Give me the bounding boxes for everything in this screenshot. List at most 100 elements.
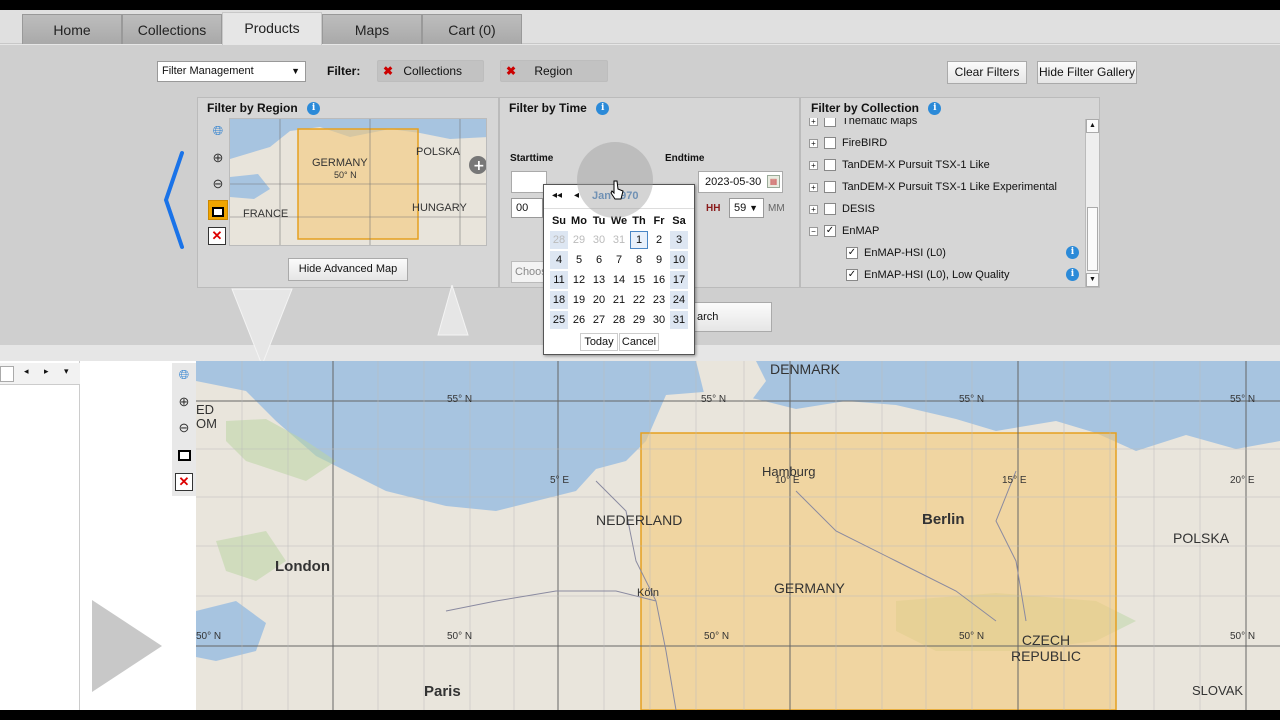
info-icon[interactable]: i	[307, 102, 321, 116]
checkbox[interactable]	[824, 137, 836, 150]
calendar-day[interactable]: 29	[570, 231, 588, 249]
info-icon[interactable]: i	[928, 102, 942, 116]
calendar-day[interactable]: 20	[590, 291, 608, 309]
collection-item[interactable]: + FireBIRD	[809, 134, 887, 152]
calendar-day[interactable]: 2	[650, 231, 668, 249]
calendar-day[interactable]: 9	[650, 251, 668, 269]
checkbox[interactable]	[824, 181, 836, 194]
calendar-day[interactable]: 23	[650, 291, 668, 309]
pager-field[interactable]	[0, 366, 14, 382]
draw-box-icon[interactable]	[208, 200, 228, 220]
hide-filter-gallery-button[interactable]: Hide Filter Gallery	[1037, 61, 1137, 84]
hide-advanced-map-button[interactable]: Hide Advanced Map	[288, 258, 408, 281]
calendar-day[interactable]: 22	[630, 291, 648, 309]
scrollbar-thumb[interactable]	[1087, 207, 1098, 271]
globe-icon[interactable]: 🌐︎	[208, 121, 228, 141]
collection-item[interactable]: + TanDEM-X Pursuit TSX-1 Like	[809, 156, 990, 174]
calendar-day[interactable]: 30	[650, 311, 668, 329]
play-icon[interactable]	[88, 596, 168, 696]
calendar-day[interactable]: 15	[630, 271, 648, 289]
clear-filters-button[interactable]: Clear Filters	[947, 61, 1027, 84]
remove-filter-icon[interactable]: ✖	[501, 61, 521, 81]
clear-box-icon[interactable]: ✕	[208, 227, 226, 245]
calendar-day[interactable]: 13	[590, 271, 608, 289]
draw-box-icon[interactable]	[174, 445, 194, 465]
calendar-day[interactable]: 25	[550, 311, 568, 329]
checkbox[interactable]: ✓	[824, 225, 836, 238]
zoom-out-icon[interactable]: ⊖	[208, 174, 228, 194]
calendar-day-selected[interactable]: 1	[630, 231, 648, 249]
scroll-down-icon[interactable]: ▼	[1086, 273, 1099, 287]
tab-collections[interactable]: Collections	[122, 14, 222, 44]
calendar-day[interactable]: 19	[570, 291, 588, 309]
calendar-day[interactable]: 7	[610, 251, 628, 269]
cancel-button[interactable]: Cancel	[619, 333, 659, 351]
collection-item[interactable]: + TanDEM-X Pursuit TSX-1 Like Experimenta…	[809, 178, 1057, 196]
calendar-icon[interactable]: ▦	[767, 175, 780, 188]
calendar-day[interactable]: 29	[630, 311, 648, 329]
collection-item[interactable]: ✓ EnMAP-HSI (L0) i	[846, 244, 1081, 262]
end-minute-select[interactable]: 59 ▼	[729, 198, 764, 218]
zoom-in-icon[interactable]: ⊕	[208, 148, 228, 168]
calendar-day[interactable]: 8	[630, 251, 648, 269]
calendar-day[interactable]: 31	[670, 311, 688, 329]
checkbox[interactable]: ✓	[846, 247, 858, 260]
choose-input[interactable]: Choos	[511, 261, 547, 283]
region-minimap[interactable]: + GERMANY 50° N POLSKA FRANCE HUNGARY	[229, 118, 487, 246]
tab-home[interactable]: Home	[22, 14, 122, 44]
calendar-day[interactable]: 28	[550, 231, 568, 249]
prev-page-icon[interactable]: ◂	[24, 366, 29, 377]
prev-year-icon[interactable]: ◂◂	[552, 190, 562, 201]
calendar-day[interactable]: 26	[570, 311, 588, 329]
endtime-input[interactable]: 2023-05-30 ▦	[698, 171, 783, 193]
clear-box-icon[interactable]: ✕	[175, 473, 193, 491]
calendar-day[interactable]: 31	[610, 231, 628, 249]
zoom-out-icon[interactable]: ⊖	[174, 418, 194, 438]
expand-icon[interactable]: +	[809, 138, 818, 148]
remove-filter-icon[interactable]: ✖	[378, 61, 398, 81]
calendar-day[interactable]: 3	[670, 231, 688, 249]
calendar-day[interactable]: 6	[590, 251, 608, 269]
globe-icon[interactable]: 🌐︎	[174, 365, 194, 385]
expand-icon[interactable]: +	[809, 160, 818, 170]
calendar-day[interactable]: 10	[670, 251, 688, 269]
starttime-input[interactable]	[511, 171, 547, 193]
calendar-day[interactable]: 4	[550, 251, 568, 269]
today-button[interactable]: Today	[580, 333, 618, 351]
start-hour-select[interactable]: 00	[511, 198, 543, 218]
collection-scrollbar[interactable]: ▲ ▼	[1085, 119, 1099, 287]
calendar-day[interactable]: 27	[590, 311, 608, 329]
calendar-day[interactable]: 16	[650, 271, 668, 289]
checkbox[interactable]: ✓	[846, 269, 858, 282]
collection-item[interactable]: ✓ EnMAP-HSI (L0), Low Quality i	[846, 266, 1081, 284]
collection-item[interactable]: + DESIS	[809, 200, 875, 218]
pager-menu-icon[interactable]: ▾	[64, 366, 69, 377]
filter-management-select[interactable]: Filter Management ▼	[157, 61, 306, 82]
info-icon[interactable]: i	[1066, 268, 1079, 281]
calendar-day[interactable]: 28	[610, 311, 628, 329]
expand-icon[interactable]: +	[809, 182, 818, 192]
expand-icon[interactable]: +	[809, 118, 818, 126]
carousel-left-arrow-icon[interactable]	[160, 145, 190, 255]
scroll-up-icon[interactable]: ▲	[1086, 119, 1099, 133]
info-icon[interactable]: i	[596, 102, 610, 116]
calendar-day[interactable]: 12	[570, 271, 588, 289]
expand-icon[interactable]: +	[809, 204, 818, 214]
calendar-day[interactable]: 24	[670, 291, 688, 309]
tab-cart[interactable]: Cart (0)	[422, 14, 522, 44]
calendar-day[interactable]: 11	[550, 271, 568, 289]
zoom-in-icon[interactable]: ⊕	[174, 392, 194, 412]
calendar-day[interactable]: 18	[550, 291, 568, 309]
calendar-day[interactable]: 30	[590, 231, 608, 249]
calendar-day[interactable]: 5	[570, 251, 588, 269]
checkbox[interactable]	[824, 159, 836, 172]
info-icon[interactable]: i	[1066, 246, 1079, 259]
search-button[interactable]: arch	[690, 302, 772, 332]
collapse-icon[interactable]: −	[809, 226, 818, 236]
next-page-icon[interactable]: ▸	[44, 366, 49, 377]
calendar-day[interactable]: 17	[670, 271, 688, 289]
checkbox[interactable]	[824, 118, 836, 128]
tab-products[interactable]: Products	[222, 12, 322, 45]
main-map[interactable]: 🌐︎ DENMARK Hamburg Berlin NEDERLAND GERM…	[196, 361, 1280, 710]
calendar-day[interactable]: 14	[610, 271, 628, 289]
